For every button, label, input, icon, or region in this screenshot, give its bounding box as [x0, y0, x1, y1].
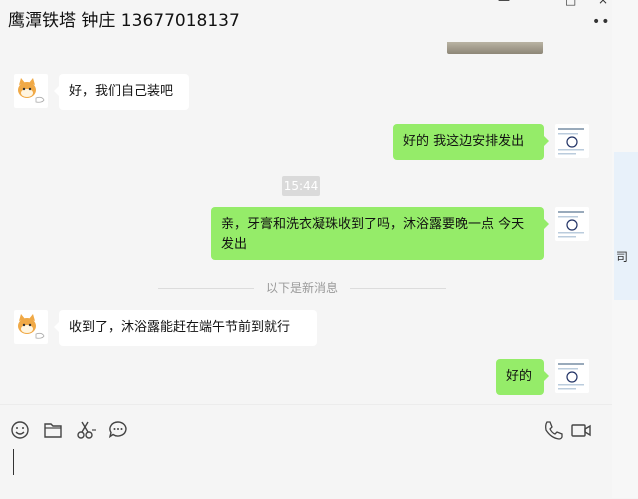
video-icon[interactable] — [570, 419, 592, 441]
new-messages-divider-left — [158, 288, 254, 289]
close-icon[interactable]: × — [598, 0, 608, 6]
self-avatar-icon — [555, 124, 589, 158]
adjacent-panel-text: 司 — [616, 250, 629, 264]
phone-icon[interactable] — [542, 419, 564, 441]
timestamp-chip: 15:44 — [282, 176, 320, 196]
message-bubble-incoming[interactable]: 好，我们自己装吧 — [54, 74, 189, 110]
message-input-area[interactable] — [0, 404, 612, 499]
chat-bubble-icon[interactable] — [107, 419, 129, 441]
avatar-self[interactable] — [555, 207, 589, 241]
minimize-icon[interactable]: — — [498, 0, 510, 6]
folder-icon[interactable] — [42, 419, 64, 441]
self-avatar-icon — [555, 359, 589, 393]
avatar-contact[interactable] — [14, 74, 48, 108]
chat-title: 鹰潭铁塔 钟庄 13677018137 — [8, 11, 240, 31]
cat-avatar-icon — [18, 78, 45, 103]
message-bubble-incoming[interactable]: 收到了，沐浴露能赶在端午节前到就行 — [54, 310, 317, 346]
adjacent-panel-highlight — [614, 152, 638, 300]
avatar-contact[interactable] — [14, 310, 48, 344]
text-cursor — [13, 449, 14, 475]
new-messages-divider-label: 以下是新消息 — [265, 281, 338, 295]
emoji-icon[interactable] — [9, 419, 31, 441]
avatar-self[interactable] — [555, 359, 589, 393]
avatar-self[interactable] — [555, 124, 589, 158]
cat-avatar-icon — [18, 314, 45, 339]
image-message-peek[interactable] — [447, 42, 543, 54]
new-messages-divider-right — [350, 288, 446, 289]
message-bubble-outgoing[interactable]: 亲，牙膏和洗衣凝珠收到了吗，沐浴露要晚一点 今天发出 — [211, 207, 549, 260]
chat-header: 鹰潭铁塔 钟庄 13677018137 — □ × ••• — [0, 0, 619, 42]
message-bubble-outgoing[interactable]: 好的 我这边安排发出 — [393, 124, 549, 160]
maximize-icon[interactable]: □ — [565, 0, 576, 6]
self-avatar-icon — [555, 207, 589, 241]
chat-message-area[interactable]: 好，我们自己装吧 好的 我这边安排发出 15:44 亲，牙膏和洗衣凝珠收到了吗，… — [0, 42, 612, 404]
message-bubble-outgoing[interactable]: 好的 — [496, 359, 549, 395]
scissors-icon[interactable] — [75, 419, 97, 441]
